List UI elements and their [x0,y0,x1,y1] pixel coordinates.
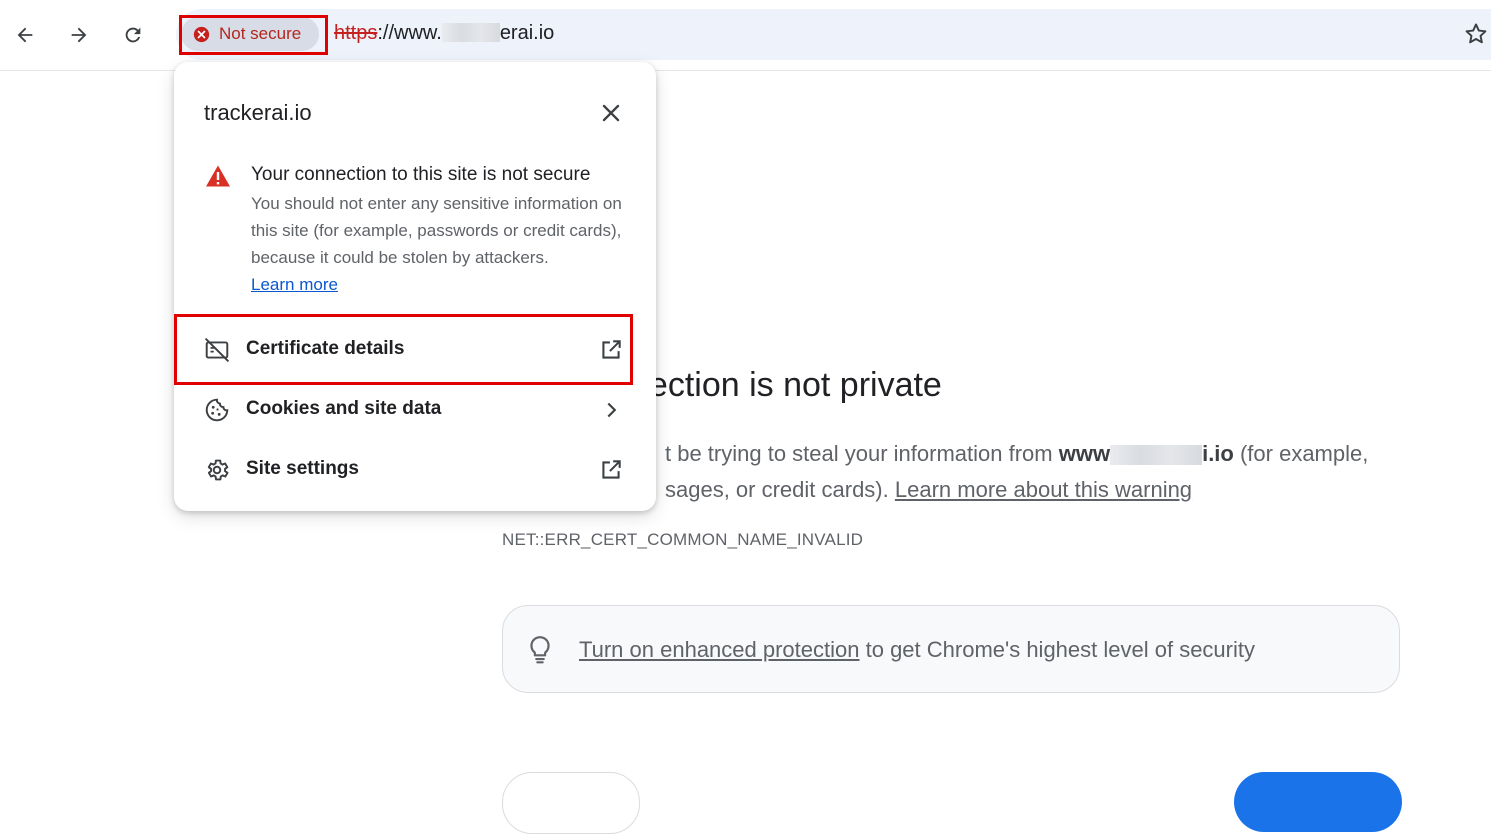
security-chip[interactable]: Not secure [181,17,319,51]
not-secure-label: Not secure [219,24,302,43]
url-separator: ://www. [377,22,442,44]
open-in-new-icon [602,340,621,359]
description-text-3: sages, or credit cards). [665,477,895,502]
page-description: t be trying to steal your information fr… [665,436,1425,508]
warning-body: You should not enter any sensitive infor… [251,194,622,267]
back-button[interactable] [7,17,43,53]
redacted-text [441,23,500,42]
learn-more-warning-link[interactable]: Learn more about this warning [895,477,1192,502]
warning-heading: Your connection to this site is not secu… [251,164,591,185]
cookies-site-data-label: Cookies and site data [246,398,442,419]
gear-icon [207,459,229,481]
site-settings-label: Site settings [246,458,359,479]
site-settings-item[interactable]: Site settings [174,441,656,497]
open-in-new-icon [602,460,621,479]
error-icon [193,26,210,42]
certificate-off-icon [205,338,229,362]
star-icon[interactable] [1463,21,1489,47]
host-suffix: i.io [1202,441,1234,466]
forward-button[interactable] [61,17,97,53]
certificate-details-item[interactable]: Certificate details [174,321,656,377]
reload-icon [125,27,141,43]
error-code: NET::ERR_CERT_COMMON_NAME_INVALID [502,530,864,549]
popup-title: trackerai.io [204,100,312,125]
learn-more-link[interactable]: Learn more [251,275,338,295]
enhanced-protection-link[interactable]: Turn on enhanced protection [579,637,860,662]
enhanced-protection-rest: to get Chrome's highest level of securit… [859,637,1255,662]
page-title: nection is not private [630,366,942,404]
enhanced-protection-banner: Turn on enhanced protection to get Chrom… [502,605,1400,693]
url-scheme: https [334,22,378,44]
back-to-safety-button[interactable] [1234,772,1402,832]
url-text[interactable]: https://www. erai.io [334,22,554,45]
address-bar[interactable]: Not secure https://www. erai.io [176,9,1491,60]
chevron-right-icon [607,402,617,418]
enhanced-protection-text: Turn on enhanced protection to get Chrom… [579,637,1255,663]
cookie-icon [205,398,229,422]
host-prefix: www [1058,441,1111,466]
arrow-left-icon [17,27,33,43]
arrow-right-icon [71,27,87,43]
description-text-1: t be trying to steal your information fr… [665,441,1059,466]
warning-icon [206,165,230,187]
site-info-popup: trackerai.io Your connection to this sit… [174,62,656,511]
details-button[interactable] [502,772,640,834]
description-text-2: (for example, [1233,441,1369,466]
url-domain: erai.io [499,22,555,44]
browser-toolbar: Not secure https://www. erai.io [0,0,1491,71]
close-icon[interactable] [598,100,624,126]
lightbulb-icon [530,636,550,664]
redacted-host [1110,445,1203,465]
certificate-details-label: Certificate details [246,338,405,359]
cookies-site-data-item[interactable]: Cookies and site data [174,381,656,437]
reload-button[interactable] [115,17,151,53]
